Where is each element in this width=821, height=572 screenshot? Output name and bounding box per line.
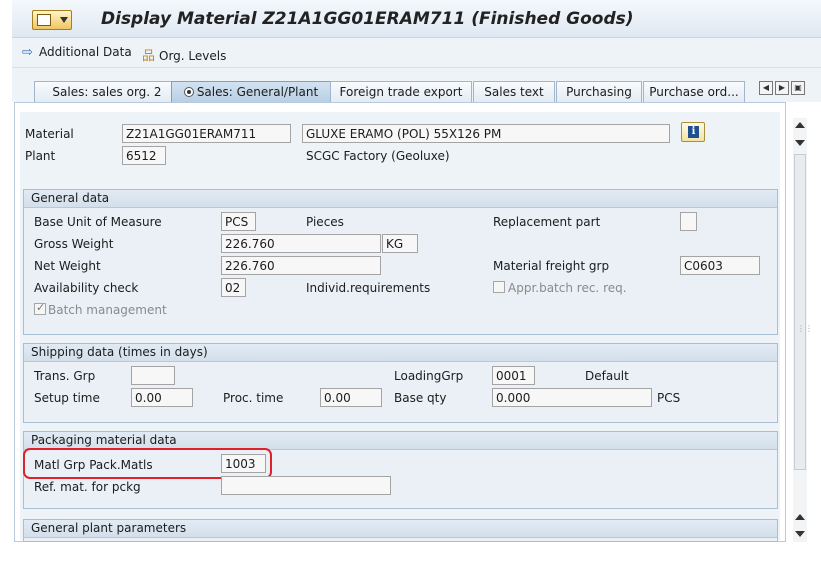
tab-purchasing[interactable]: Purchasing <box>556 81 642 102</box>
tab-strip: Sales: sales org. 2 Sales: General/Plant… <box>12 68 821 102</box>
group-title: General plant parameters <box>24 520 777 538</box>
title-bar: Display Material Z21A1GG01ERAM711 (Finis… <box>12 0 821 38</box>
material-description-field[interactable]: GLUXE ERAMO (POL) 55X126 PM <box>302 124 670 143</box>
scroll-page-down-icon[interactable] <box>795 140 805 146</box>
freight-group-field[interactable]: C0603 <box>680 256 760 275</box>
replacement-part-label: Replacement part <box>493 215 601 229</box>
base-qty-label: Base qty <box>394 391 447 405</box>
proc-time-label: Proc. time <box>223 391 284 405</box>
page-title: Display Material Z21A1GG01ERAM711 (Finis… <box>101 9 634 29</box>
group-title: Shipping data (times in days) <box>24 344 777 362</box>
gross-weight-field[interactable]: 226.760 <box>221 234 381 253</box>
additional-data-label: Additional Data <box>39 45 132 59</box>
weight-unit-field[interactable]: KG <box>382 234 418 253</box>
replacement-part-field[interactable] <box>680 212 697 231</box>
tab-label: Sales: sales org. 2 <box>52 85 162 99</box>
batch-management-label: Batch management <box>48 303 167 317</box>
base-uom-label: Base Unit of Measure <box>34 215 162 229</box>
general-plant-group: General plant parameters <box>23 519 778 542</box>
appr-batch-label: Appr.batch rec. req. <box>508 281 627 295</box>
trans-grp-label: Trans. Grp <box>34 369 96 383</box>
tab-scroll-left-icon[interactable]: ◀ <box>759 81 773 95</box>
grip-icon: ⋮⋮ <box>797 324 813 333</box>
org-levels-label: Org. Levels <box>159 49 227 63</box>
scroll-down-icon[interactable] <box>795 531 805 537</box>
base-qty-unit: PCS <box>657 391 681 405</box>
material-field[interactable]: Z21A1GG01ERAM711 <box>122 124 291 143</box>
menu-icon[interactable] <box>32 10 72 30</box>
setup-time-field[interactable]: 0.00 <box>131 388 193 407</box>
tab-label: Sales text <box>484 85 544 99</box>
freight-group-label: Material freight grp <box>493 259 610 273</box>
net-weight-field[interactable]: 226.760 <box>221 256 381 275</box>
availability-check-label: Availability check <box>34 281 139 295</box>
tab-sales-general-plant[interactable]: Sales: General/Plant <box>171 81 331 102</box>
plant-description: SCGC Factory (Geoluxe) <box>306 149 450 163</box>
highlight-box <box>23 448 272 479</box>
org-levels-button[interactable]: 品 Org. Levels <box>142 45 227 64</box>
tab-scroll-right-icon[interactable]: ▶ <box>775 81 789 95</box>
info-icon: i <box>688 126 699 138</box>
tab-label: Purchasing <box>566 85 632 99</box>
base-uom-field[interactable]: PCS <box>221 212 256 231</box>
availability-check-field[interactable]: 02 <box>221 278 246 297</box>
tab-sales-text[interactable]: Sales text <box>473 81 555 102</box>
setup-time-label: Setup time <box>34 391 100 405</box>
org-structure-icon: 品 <box>142 49 156 64</box>
appr-batch-checkbox[interactable] <box>493 281 505 293</box>
base-uom-description: Pieces <box>306 215 344 229</box>
plant-field[interactable]: 6512 <box>122 146 166 165</box>
batch-management-checkbox[interactable] <box>34 301 46 315</box>
base-qty-field[interactable]: 0.000 <box>492 388 652 407</box>
loading-grp-label: LoadingGrp <box>394 369 464 383</box>
arrow-right-icon: ⇨ <box>22 45 33 60</box>
additional-data-button[interactable]: ⇨ Additional Data <box>22 45 132 62</box>
proc-time-field[interactable]: 0.00 <box>320 388 382 407</box>
loading-grp-description: Default <box>585 369 629 383</box>
gross-weight-label: Gross Weight <box>34 237 114 251</box>
scrollbar-thumb[interactable]: ⋮⋮ <box>794 154 813 470</box>
tab-purchase-order[interactable]: Purchase ord... <box>643 81 745 102</box>
trans-grp-field[interactable] <box>131 366 175 385</box>
material-label: Material <box>25 127 74 141</box>
scroll-up-icon[interactable] <box>795 122 805 128</box>
tab-foreign-trade-export[interactable]: Foreign trade export <box>330 81 472 102</box>
plant-label: Plant <box>25 149 56 163</box>
vertical-scrollbar[interactable]: ⋮⋮ <box>793 118 813 542</box>
loading-grp-field[interactable]: 0001 <box>492 366 535 385</box>
active-tab-icon <box>183 87 194 97</box>
info-button[interactable]: i <box>681 122 705 142</box>
ref-mat-field[interactable] <box>221 476 391 495</box>
availability-check-description: Individ.requirements <box>306 281 431 295</box>
tab-sales-sales-org-2[interactable]: Sales: sales org. 2 <box>34 81 180 102</box>
net-weight-label: Net Weight <box>34 259 101 273</box>
scroll-page-up-icon[interactable] <box>795 514 805 520</box>
tab-label: Purchase ord... <box>649 85 739 99</box>
tab-label: Foreign trade export <box>339 85 463 99</box>
group-title: General data <box>24 190 777 208</box>
application-toolbar: ⇨ Additional Data 品 Org. Levels <box>12 38 821 68</box>
tab-list-icon[interactable]: ▣ <box>791 81 805 95</box>
ref-mat-label: Ref. mat. for pckg <box>34 480 141 494</box>
tab-label: Sales: General/Plant <box>196 85 319 99</box>
